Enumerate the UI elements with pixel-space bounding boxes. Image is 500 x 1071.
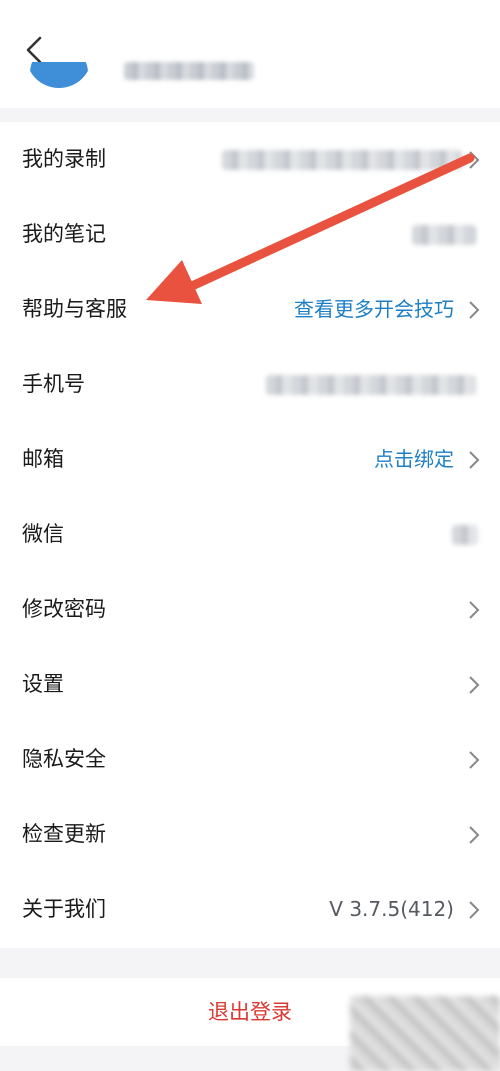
menu-item-help-support[interactable]: 帮助与客服 查看更多开会技巧 bbox=[0, 272, 500, 347]
menu-item-settings[interactable]: 设置 bbox=[0, 647, 500, 722]
menu-item-label: 微信 bbox=[22, 522, 64, 546]
redacted-value bbox=[222, 150, 462, 170]
menu-item-label: 手机号 bbox=[22, 372, 85, 396]
menu-item-label: 修改密码 bbox=[22, 597, 106, 621]
menu-item-label: 帮助与客服 bbox=[22, 297, 127, 321]
chevron-right-icon bbox=[469, 676, 480, 694]
chevron-right-icon bbox=[469, 826, 480, 844]
menu-item-privacy-security[interactable]: 隐私安全 bbox=[0, 722, 500, 797]
menu-item-label: 隐私安全 bbox=[22, 747, 106, 771]
menu-item-phone[interactable]: 手机号 bbox=[0, 347, 500, 422]
menu-item-wechat[interactable]: 微信 bbox=[0, 497, 500, 572]
redacted-value bbox=[452, 525, 478, 545]
menu-item-check-update[interactable]: 检查更新 bbox=[0, 797, 500, 872]
menu-item-change-password[interactable]: 修改密码 bbox=[0, 572, 500, 647]
menu-item-label: 检查更新 bbox=[22, 822, 106, 846]
chevron-right-icon bbox=[469, 451, 480, 469]
menu-item-about-us[interactable]: 关于我们 V 3.7.5(412) bbox=[0, 872, 500, 947]
menu-item-my-recordings[interactable]: 我的录制 bbox=[0, 122, 500, 197]
menu-item-label: 关于我们 bbox=[22, 897, 106, 921]
user-name-redacted bbox=[124, 62, 254, 80]
menu-item-label: 我的录制 bbox=[22, 147, 106, 171]
profile-header bbox=[0, 0, 500, 108]
chevron-right-icon bbox=[469, 901, 480, 919]
watermark bbox=[350, 996, 500, 1071]
redacted-value bbox=[412, 225, 476, 245]
bind-email-link[interactable]: 点击绑定 bbox=[374, 422, 454, 497]
chevron-right-icon bbox=[469, 301, 480, 319]
chevron-right-icon bbox=[469, 151, 480, 169]
app-version: V 3.7.5(412) bbox=[329, 897, 454, 921]
chevron-right-icon bbox=[469, 601, 480, 619]
menu-item-label: 设置 bbox=[22, 672, 64, 696]
menu-item-label: 我的笔记 bbox=[22, 222, 106, 246]
menu-item-email[interactable]: 邮箱 点击绑定 bbox=[0, 422, 500, 497]
menu-item-my-notes[interactable]: 我的笔记 bbox=[0, 197, 500, 272]
chevron-right-icon bbox=[469, 751, 480, 769]
help-tips-link[interactable]: 查看更多开会技巧 bbox=[294, 272, 454, 347]
settings-menu: 我的录制 我的笔记 帮助与客服 查看更多开会技巧 手机号 邮箱 点击绑定 微信 … bbox=[0, 122, 500, 948]
menu-item-label: 邮箱 bbox=[22, 447, 64, 471]
redacted-value bbox=[266, 375, 476, 395]
